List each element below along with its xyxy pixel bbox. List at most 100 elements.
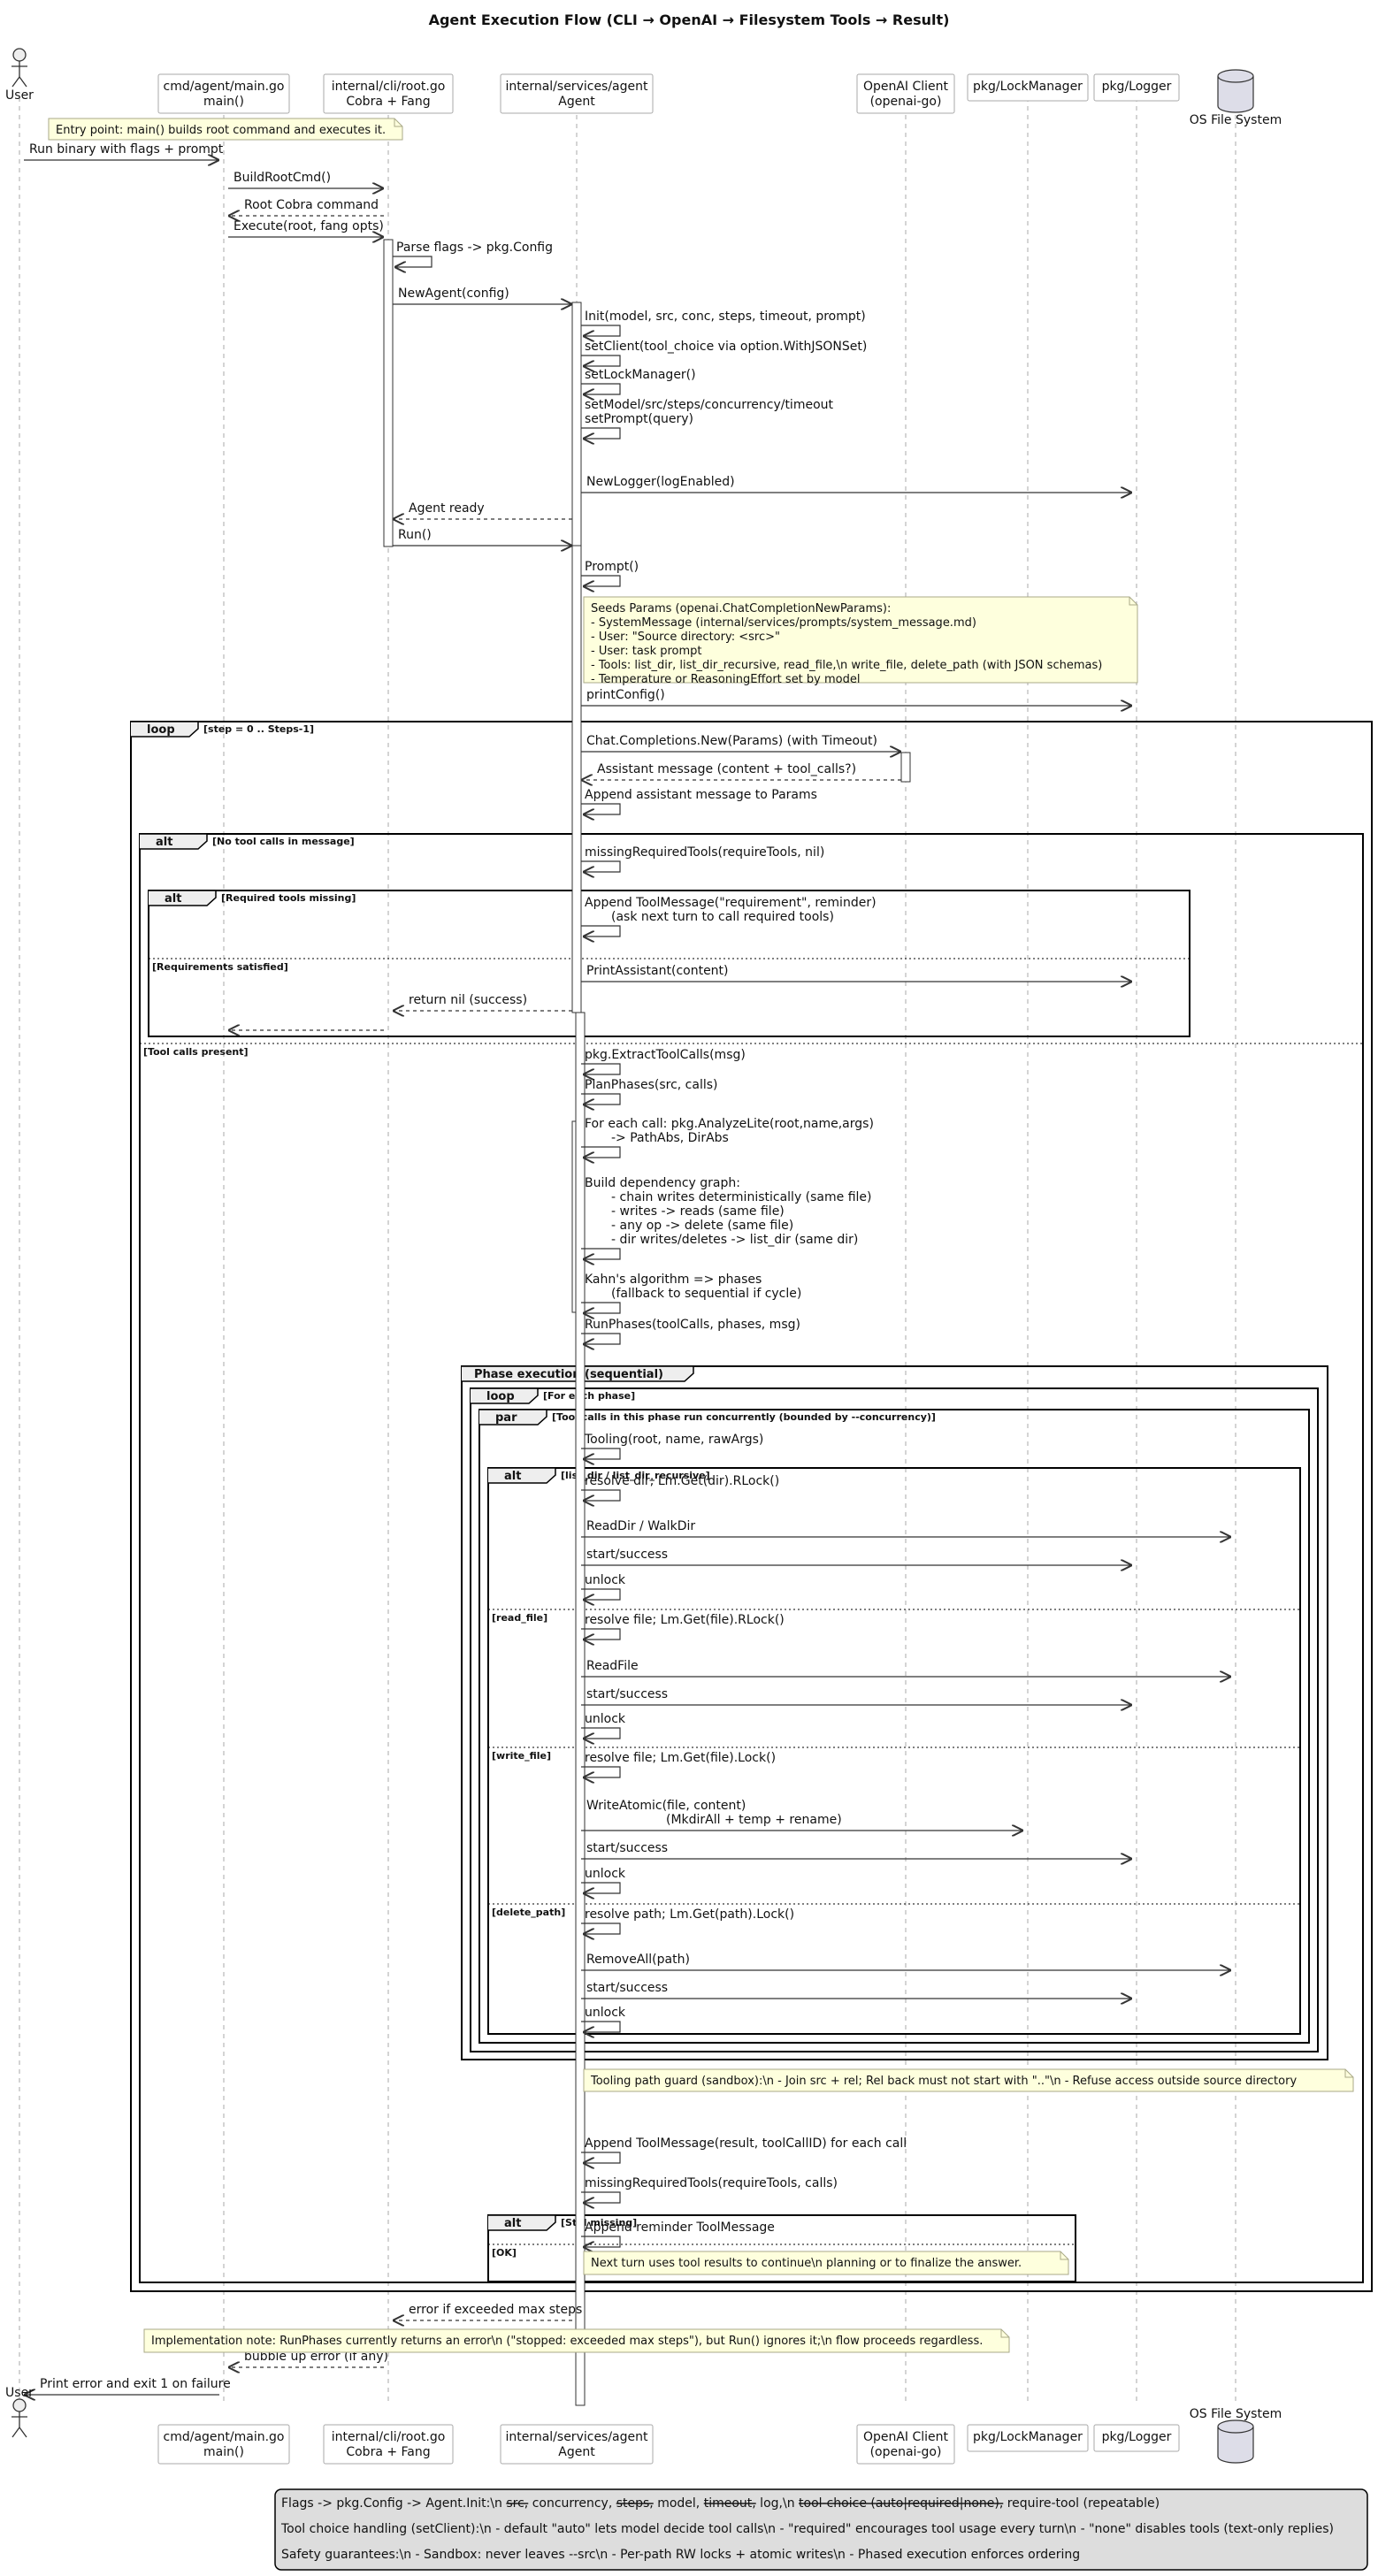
- note-text: - User: "Source directory: <src>": [591, 631, 780, 644]
- message-m24: pkg.ExtractToolCalls(msg): [581, 1048, 746, 1074]
- participant-openai-top: OpenAI Client(openai-go): [856, 73, 955, 114]
- frame-else-guard: [read_file]: [492, 1612, 547, 1624]
- frame-tab: [488, 2214, 556, 2231]
- participant-label: (openai-go): [870, 2445, 942, 2459]
- message-label: For each call: pkg.AnalyzeLite(root,name…: [585, 1117, 874, 1131]
- legend-line-flags: Flags -> pkg.Config -> Agent.Init:\n src…: [281, 2496, 1160, 2511]
- message-m20: Append ToolMessage("requirement", remind…: [581, 896, 877, 936]
- participant-openai-bottom: OpenAI Client(openai-go): [856, 2424, 955, 2465]
- message-m42: unlock: [581, 1867, 626, 1893]
- message-label: pkg.ExtractToolCalls(msg): [585, 1048, 746, 1062]
- message-m27: Build dependency graph:- chain writes de…: [581, 1176, 872, 1259]
- frame-kind: alt: [504, 2217, 521, 2230]
- message-label: start/success: [586, 1548, 668, 1562]
- message-m9: setLockManager(): [581, 368, 696, 394]
- note-text: Implementation note: RunPhases currently…: [151, 2335, 983, 2348]
- message-label: printConfig(): [586, 688, 665, 702]
- message-label: Prompt(): [585, 560, 639, 574]
- participant-label: (openai-go): [870, 95, 942, 109]
- frame-guard: [Required tools missing]: [221, 892, 356, 904]
- message-m16: Chat.Completions.New(Params) (with Timeo…: [581, 734, 901, 752]
- activation-bar: [900, 752, 911, 783]
- participant-label: OpenAI Client: [863, 2430, 949, 2444]
- frame-guard: [step = 0 .. Steps-1]: [203, 723, 314, 735]
- frame-kind: Phase execution (sequential): [474, 1368, 663, 1381]
- message-arrow: [581, 1489, 621, 1501]
- message-label: Append assistant message to Params: [585, 788, 817, 802]
- legend-flags-prefix: Flags -> pkg.Config -> Agent.Init:\n: [281, 2496, 506, 2511]
- message-arrow: [581, 427, 621, 439]
- note-text: - SystemMessage (internal/services/promp…: [591, 616, 976, 630]
- frame-border: [130, 721, 1373, 2292]
- message-m41: start/success: [581, 1841, 1132, 1859]
- message-arrow: [581, 383, 621, 394]
- actor-leg-right: [19, 76, 27, 88]
- message-m40: WriteAtomic(file, content)(MkdirAll + te…: [581, 1799, 1023, 1831]
- frame-guard: [For each phase]: [543, 1390, 635, 1402]
- participant-label: OpenAI Client: [863, 80, 949, 94]
- frame-kind: loop: [147, 723, 175, 737]
- legend-flag-part: src,: [506, 2496, 528, 2511]
- message-m13: Run(): [393, 528, 572, 546]
- legend-flag-part: concurrency,: [528, 2496, 616, 2511]
- message-arrow: [581, 1063, 621, 1074]
- message-label: Chat.Completions.New(Params) (with Timeo…: [586, 734, 877, 748]
- message-m25: PlanPhases(src, calls): [581, 1078, 718, 1105]
- note-n1: Entry point: main() builds root command …: [48, 118, 403, 141]
- participant-label: User: [5, 88, 34, 103]
- message-m6: NewAgent(config): [393, 287, 572, 304]
- message-label: Tooling(root, name, rawArgs): [584, 1433, 763, 1447]
- message-m15: printConfig(): [581, 688, 1132, 706]
- message-m28: Kahn's algorithm => phases(fallback to s…: [581, 1273, 801, 1313]
- message-arrow: [393, 256, 433, 267]
- legend-flag-part: steps,: [616, 2496, 654, 2511]
- message-m37: start/success: [581, 1687, 1132, 1705]
- message-arrow: [581, 1093, 621, 1105]
- note-n4: Next turn uses tool results to continue\…: [583, 2251, 1069, 2275]
- frame-tab: [149, 890, 217, 906]
- participant-cli-bottom: internal/cli/root.goCobra + Fang: [323, 2424, 454, 2465]
- message-label: Parse flags -> pkg.Config: [396, 241, 553, 255]
- message-label: unlock: [585, 1712, 626, 1726]
- frame-else-guard: [write_file]: [492, 1750, 551, 1762]
- legend-flag-part: require-tool (repeatable): [1003, 2496, 1160, 2511]
- message-arrow: [581, 1248, 621, 1259]
- frame-kind: loop: [486, 1390, 515, 1403]
- frame-kind: alt: [156, 836, 172, 849]
- legend: Flags -> pkg.Config -> Agent.Init:\n src…: [274, 2488, 1368, 2571]
- participant-agent-bottom: internal/services/agentAgent: [500, 2424, 654, 2465]
- activation-bar: [571, 545, 582, 1013]
- frame-f-alt-toolcalls: alt [No tool calls in message] [Tool calls…: [139, 833, 1364, 2283]
- message-m47: Append ToolMessage(result, toolCallID) f…: [581, 2136, 907, 2163]
- participant-label: Agent: [558, 2445, 595, 2459]
- activation-bar: [383, 239, 394, 547]
- frame-tab: [140, 833, 208, 850]
- participant-lock-top: pkg/LockManager: [967, 73, 1089, 102]
- message-label: setClient(tool_choice via option.WithJSO…: [585, 340, 867, 354]
- message-m30: Tooling(root, name, rawArgs): [581, 1433, 763, 1459]
- legend-line-toolchoice: Tool choice handling (setClient):\n - de…: [280, 2522, 1334, 2536]
- message-label: (fallback to sequential if cycle): [611, 1287, 801, 1301]
- frame-f-loop-steps: loop [step = 0 .. Steps-1]: [130, 721, 1373, 2292]
- message-label: PrintAssistant(content): [586, 964, 729, 978]
- participant-label: cmd/agent/main.go: [164, 2430, 285, 2444]
- participant-label: Cobra + Fang: [346, 95, 430, 109]
- message-m5: Parse flags -> pkg.Config: [393, 241, 553, 267]
- message-label: setLockManager(): [585, 368, 696, 382]
- actor-leg-left: [11, 2427, 20, 2438]
- frame-guard: [No tool calls in message]: [212, 836, 355, 847]
- legend-line-safety: Safety guarantees:\n - Sandbox: never le…: [281, 2548, 1080, 2562]
- message-label: Build dependency graph:: [585, 1176, 740, 1190]
- participant-lock-bottom: pkg/LockManager: [967, 2424, 1089, 2452]
- messages: Run binary with flags + prompt BuildRootC…: [24, 142, 1231, 2395]
- message-label: WriteAtomic(file, content): [586, 1799, 746, 1813]
- activation-bar: [571, 302, 582, 549]
- message-arrow: [581, 325, 621, 336]
- participant-label: pkg/Logger: [1102, 80, 1172, 94]
- legend-flag-part: log,\n: [756, 2496, 799, 2511]
- message-label: Run(): [398, 528, 432, 542]
- message-arrow: [581, 2236, 621, 2247]
- legend-flag-part: tool-choice (auto|required|none),: [799, 2496, 1003, 2511]
- message-label: resolve path; Lm.Get(path).Lock(): [585, 1907, 794, 1922]
- participant-agent-top: internal/services/agentAgent: [500, 73, 654, 114]
